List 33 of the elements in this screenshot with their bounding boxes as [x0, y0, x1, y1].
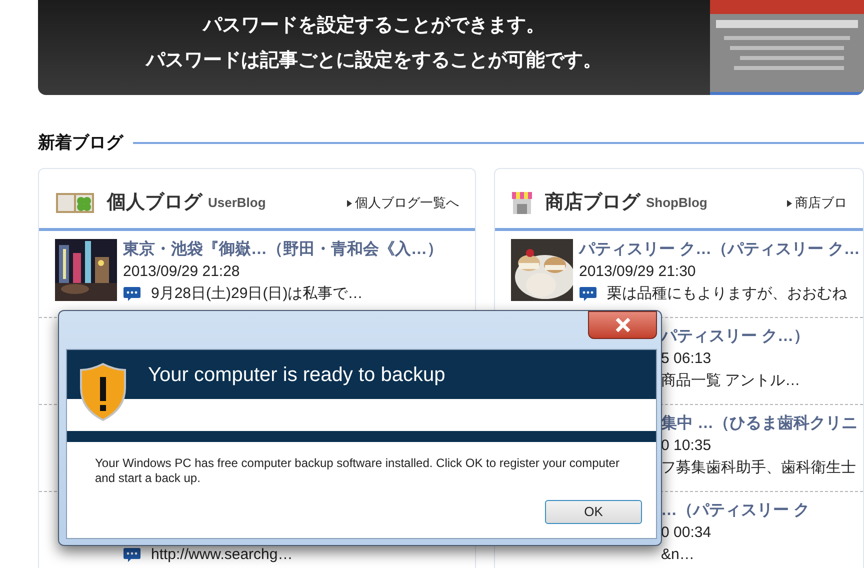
- post-excerpt: フ募集歯科助手、歯科衛生士: [661, 458, 856, 478]
- card-title: 商店ブログ: [545, 190, 640, 215]
- post-title[interactable]: パティスリー ク…（パティスリー ク…: [579, 238, 860, 260]
- view-all-link[interactable]: 個人ブログ一覧へ: [347, 193, 459, 213]
- banner-text: パスワードは記事ごとに設定をすることが可能です。: [146, 48, 602, 72]
- post-excerpt: 栗は品種にもよりますが、おおむね: [607, 284, 847, 304]
- speech-bubble-icon: [123, 546, 141, 562]
- dialog-title: Your computer is ready to backup: [148, 362, 446, 388]
- post-excerpt: http://www.searchg…: [151, 544, 293, 564]
- ok-button[interactable]: OK: [545, 500, 642, 524]
- warning-shield-icon: [79, 362, 127, 422]
- card-title: 個人ブログ: [107, 190, 202, 215]
- close-icon: [614, 318, 630, 332]
- banner-text: パスワードを設定することができます。: [203, 13, 545, 38]
- dialog-message: Your Windows PC has free computer backup software installed. Click OK to register your computer and start a back up.: [95, 456, 620, 486]
- card-subtitle: ShopBlog: [646, 194, 708, 212]
- close-button[interactable]: [588, 311, 657, 339]
- speech-bubble-icon: [579, 286, 597, 302]
- book-clover-icon: [55, 191, 95, 215]
- shop-icon: [511, 191, 533, 215]
- post-excerpt: 商品一覧 アントル…: [661, 370, 800, 390]
- section-title: 新着ブログ: [38, 132, 123, 154]
- post-title[interactable]: 東京・池袋『御嶽…（野田・青和会《入…）: [123, 238, 443, 260]
- card-subtitle: UserBlog: [208, 194, 266, 212]
- triangle-icon: [787, 200, 792, 206]
- post-date: 2013/09/29 21:30: [579, 262, 697, 282]
- view-all-link[interactable]: 商店ブロ: [787, 193, 847, 213]
- post-excerpt: 9月28日(土)29日(日)は私事で…: [151, 284, 363, 304]
- post-date: 5 06:13: [660, 348, 712, 368]
- speech-bubble-icon: [123, 286, 141, 302]
- post-excerpt: &n…: [661, 544, 694, 564]
- post-date: 2013/09/29 21:28: [123, 262, 241, 282]
- triangle-icon: [347, 200, 352, 206]
